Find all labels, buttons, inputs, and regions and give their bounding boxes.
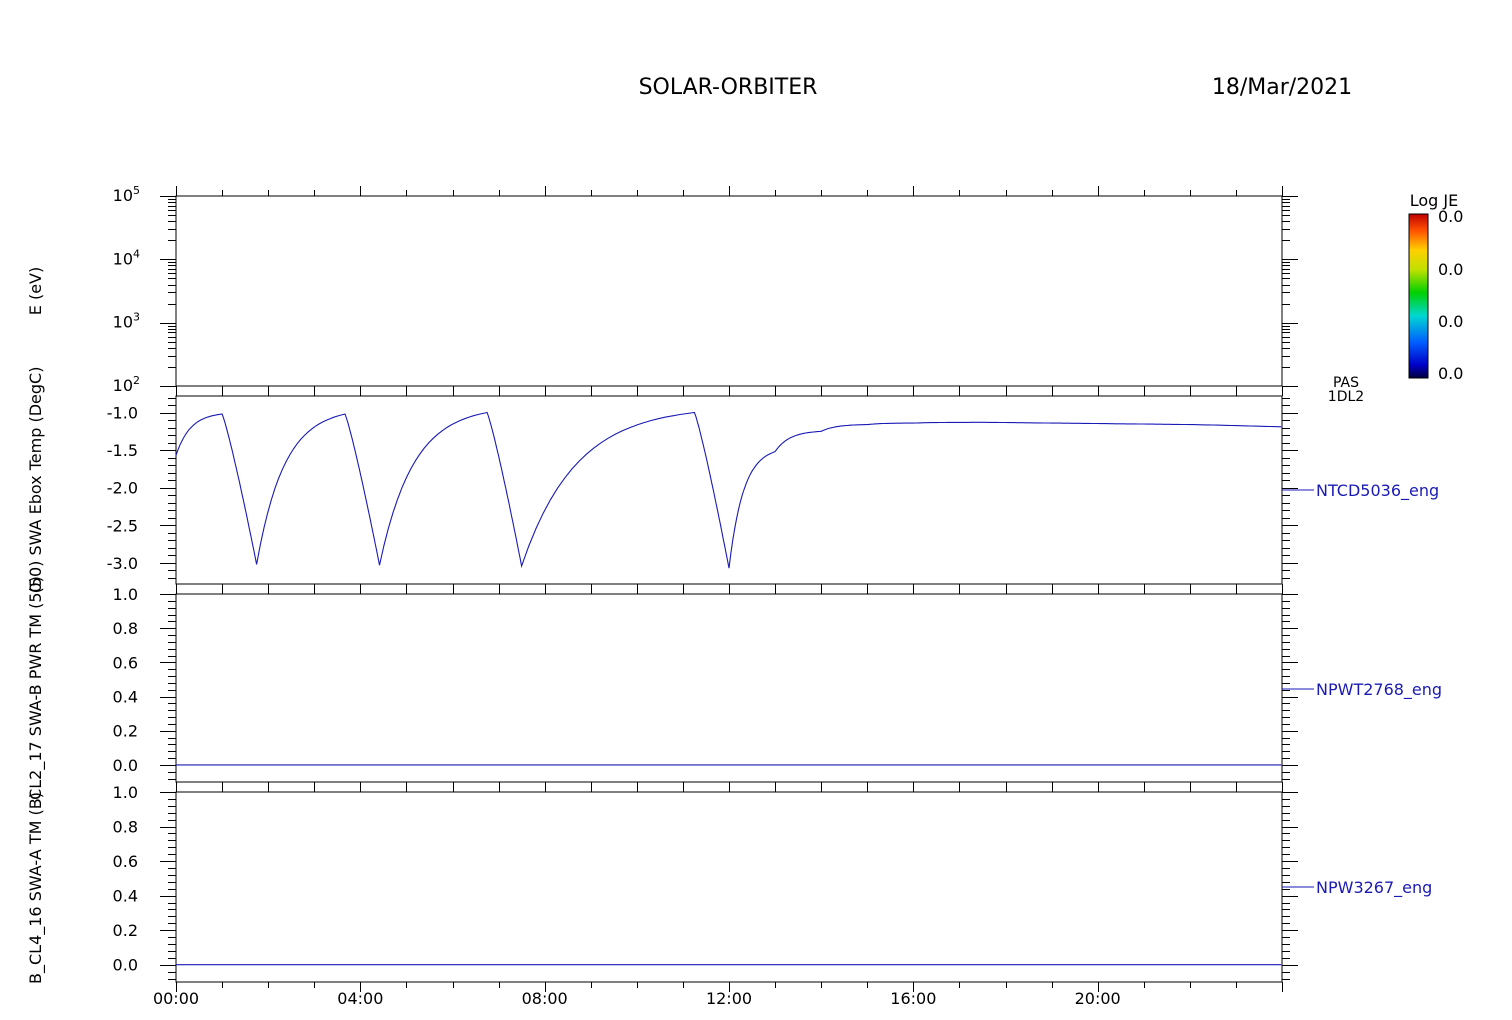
y-tick-label: 0.2 [113,921,138,940]
colorbar-tick: 0.0 [1438,207,1463,226]
x-tick-label: 16:00 [890,989,936,1008]
y-tick-label-base: 10 [113,186,133,205]
y-tick-label: 0.8 [113,619,138,638]
y-tick-label: 104 [113,247,140,268]
colorbar-level: 1DL2 [1328,389,1364,405]
y-tick-label: -1.0 [107,404,138,423]
y-tick-label-base: 10 [113,313,133,332]
series-label: NTCD5036_eng [1316,481,1439,501]
series-label: NPWT2768_eng [1316,680,1442,700]
panel-frame [175,791,1283,983]
x-tick-label: 12:00 [706,989,752,1008]
panel-frame [175,593,1283,783]
y-tick-label: -2.5 [107,516,138,535]
chart-panel-1: (50) SWA Ebox Temp (DegC) -1.0 -1.5 -2.0 -2.… [26,367,1439,594]
y-axis-label: E (eV) [26,267,45,315]
y-tick-label-exponent: 4 [133,247,140,260]
chart-panels: E (eV)102103104105(50) SWA Ebox Temp (De… [26,184,1442,992]
chart-canvas: SOLAR-ORBITER 18/Mar/2021 Log JE 0.0 0.0… [26,75,1464,1008]
series-line [175,411,1282,569]
y-tick-label-exponent: 2 [133,374,140,387]
x-tick-label: 04:00 [337,989,383,1008]
colorbar-tick: 0.0 [1438,260,1463,279]
y-axis-label: B_CL4_16 SWA-A TM (B) [26,792,46,984]
y-tick-label: -3.0 [107,554,138,573]
y-tick-label-exponent: 3 [133,311,140,324]
x-tick-label: 08:00 [522,989,568,1008]
y-tick-label: 0.0 [113,956,138,975]
colorbar-tick: 0.0 [1438,312,1463,331]
y-tick-label: 1.0 [113,783,138,802]
chart-panel-0: E (eV)102103104105 [26,184,1298,396]
y-tick-label: 0.6 [113,653,138,672]
y-tick-label: 0.4 [113,887,138,906]
y-tick-label-base: 10 [113,376,133,395]
y-tick-label-base: 10 [113,249,133,268]
time-axis: 00:00 04:00 08:00 12:00 16:00 20:00 [153,989,1121,1008]
panel-frame [175,195,1283,387]
chart-date: 18/Mar/2021 [1212,75,1352,100]
chart-panel-3: B_CL4_16 SWA-A TM (B) 0.0 0.2 0.4 0.6 0.8 1.0 N… [26,782,1432,992]
y-tick-label: 0.2 [113,722,138,741]
colorbar-tick: 0.0 [1438,364,1463,383]
y-tick-label: 0.8 [113,818,138,837]
y-tick-label: 103 [113,311,140,332]
x-tick-label: 00:00 [153,989,199,1008]
y-tick-label: 102 [113,374,140,395]
y-tick-label-exponent: 5 [133,184,140,197]
y-tick-label: -1.5 [107,441,138,460]
y-axis-label: CL2_17 SWA-B PWR TM (50) [26,576,46,800]
y-tick-label: -2.0 [107,479,138,498]
colorbar-gradient [1408,213,1429,379]
y-axis-label: (50) SWA Ebox Temp (DegC) [26,367,45,594]
y-tick-label: 0.6 [113,852,138,871]
colorbar: Log JE 0.0 0.0 0.0 0.0 PAS 1DL2 [1328,191,1464,405]
y-tick-label: 0.0 [113,756,138,775]
series-label: NPW3267_eng [1316,878,1432,898]
y-tick-label: 1.0 [113,585,138,604]
y-tick-label: 0.4 [113,688,138,707]
x-tick-label: 20:00 [1075,989,1121,1008]
chart-panel-2: CL2_17 SWA-B PWR TM (50) 0.0 0.2 0.4 0.6 0.8 1… [26,576,1442,800]
chart-title: SOLAR-ORBITER [639,75,818,100]
y-tick-label: 105 [113,184,140,205]
